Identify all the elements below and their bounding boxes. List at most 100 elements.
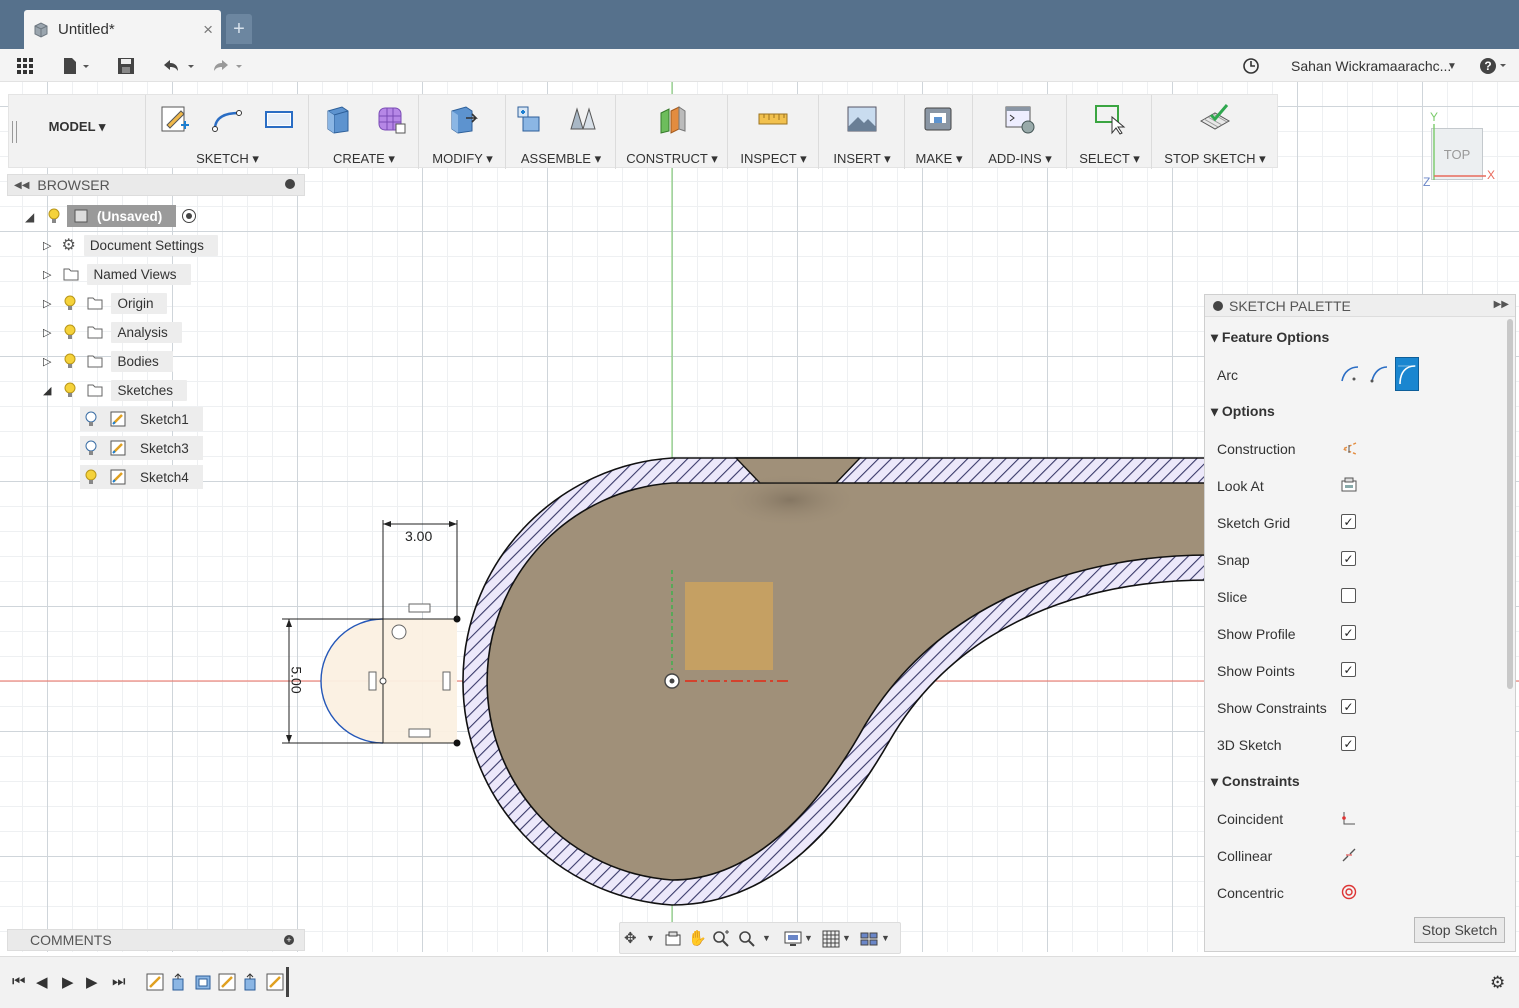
viewports-menu-chevron-icon[interactable]: ▼ <box>881 933 890 943</box>
timeline-extrude-icon[interactable] <box>170 973 188 991</box>
collapse-arrow-icon[interactable]: ◢ <box>25 210 37 224</box>
expand-arrow-icon[interactable]: ▷ <box>43 239 51 252</box>
rectangle-tool-icon[interactable] <box>263 103 295 135</box>
visibility-bulb-icon[interactable] <box>84 411 98 427</box>
file-menu-icon[interactable] <box>60 55 92 77</box>
zoom-icon[interactable] <box>712 930 730 948</box>
line-tool-icon[interactable] <box>211 103 243 135</box>
extrude-icon[interactable] <box>322 103 354 135</box>
arc-type-center-point-icon[interactable] <box>1368 363 1390 385</box>
measure-icon[interactable] <box>757 103 789 135</box>
timeline-sketch-icon[interactable] <box>266 973 284 991</box>
display-menu-chevron-icon[interactable]: ▼ <box>804 933 813 943</box>
section-feature-options[interactable]: ▾ Feature Options <box>1211 329 1329 346</box>
3d-sketch-checkbox[interactable]: ✓ <box>1341 736 1356 751</box>
redo-icon[interactable] <box>208 55 244 77</box>
collinear-constraint-icon[interactable] <box>1341 847 1357 863</box>
new-tab-button[interactable]: + <box>226 14 252 44</box>
help-icon[interactable]: ? <box>1478 55 1510 77</box>
sketch-palette-header[interactable]: SKETCH PALETTE ▶▶ <box>1205 295 1515 317</box>
undo-icon[interactable] <box>160 55 196 77</box>
tree-item-sketch3[interactable]: Sketch3 <box>80 436 203 460</box>
tree-item-document-settings[interactable]: ▷ ⚙ Document Settings <box>43 233 218 257</box>
timeline-marker[interactable] <box>286 967 289 997</box>
insert-image-icon[interactable] <box>846 103 878 135</box>
tree-item-analysis[interactable]: ▷ Analysis <box>43 320 182 344</box>
new-component-icon[interactable] <box>515 103 547 135</box>
orbit-icon[interactable]: ✥ <box>624 929 637 947</box>
tree-item-sketches[interactable]: ◢ Sketches <box>43 378 187 402</box>
job-status-clock-icon[interactable] <box>1241 55 1261 77</box>
workspace-switcher-button[interactable]: MODEL ▾ <box>17 119 137 135</box>
dimension-vertical-label[interactable]: 5.00 <box>289 666 305 693</box>
timeline-previous-icon[interactable]: ◀ <box>36 973 48 991</box>
arc-type-three-point-icon[interactable] <box>1339 363 1361 385</box>
construction-toggle-icon[interactable] <box>1341 440 1357 456</box>
tree-item-origin[interactable]: ▷ Origin <box>43 291 168 315</box>
palette-collapse-icon[interactable] <box>1213 300 1223 311</box>
timeline-first-icon[interactable]: ⏮ <box>12 973 26 990</box>
toolbar-group-label[interactable]: SKETCH ▾ <box>147 151 308 167</box>
scripts-addins-icon[interactable] <box>1004 103 1036 135</box>
dimension-horizontal-label[interactable]: 3.00 <box>405 528 432 544</box>
visibility-bulb-icon[interactable] <box>63 295 77 311</box>
browser-header[interactable]: ◀◀ BROWSER <box>7 174 305 196</box>
palette-expand-icon[interactable]: ▶▶ <box>1494 299 1509 310</box>
toolbar-group-label[interactable]: SELECT ▾ <box>1068 151 1151 167</box>
toolbar-group-label[interactable]: INSERT ▾ <box>820 151 904 167</box>
add-comment-icon[interactable]: + <box>284 935 294 945</box>
visibility-bulb-icon[interactable] <box>63 382 77 398</box>
stop-sketch-button[interactable]: Stop Sketch <box>1414 917 1505 943</box>
timeline-next-icon[interactable]: ▶ <box>86 973 98 991</box>
sketch-grid-checkbox[interactable]: ✓ <box>1341 514 1356 529</box>
show-constraints-checkbox[interactable]: ✓ <box>1341 699 1356 714</box>
offset-plane-icon[interactable] <box>657 103 689 135</box>
timeline-play-icon[interactable]: ▶ <box>62 973 74 991</box>
show-profile-checkbox[interactable]: ✓ <box>1341 625 1356 640</box>
root-component-label[interactable]: (Unsaved) <box>67 205 177 227</box>
timeline-shell-icon[interactable] <box>194 973 212 991</box>
look-at-icon[interactable] <box>1341 477 1357 493</box>
close-tab-icon[interactable]: × <box>203 20 213 40</box>
visibility-bulb-icon[interactable] <box>63 324 77 340</box>
press-pull-icon[interactable] <box>446 103 478 135</box>
joint-icon[interactable] <box>567 103 599 135</box>
stop-sketch-icon[interactable] <box>1199 103 1231 135</box>
toolbar-group-label[interactable]: MAKE ▾ <box>906 151 972 167</box>
section-options[interactable]: ▾ Options <box>1211 403 1275 420</box>
palette-scrollbar[interactable] <box>1507 319 1513 689</box>
tree-item-sketch1[interactable]: Sketch1 <box>80 407 203 431</box>
display-settings-icon[interactable] <box>784 930 804 948</box>
timeline-extrude-icon[interactable] <box>242 973 260 991</box>
grid-settings-icon[interactable] <box>822 930 840 948</box>
select-window-icon[interactable] <box>1094 103 1126 135</box>
look-at-nav-icon[interactable] <box>664 930 682 948</box>
coincident-constraint-icon[interactable] <box>1341 810 1357 826</box>
expand-arrow-icon[interactable]: ▷ <box>43 297 51 310</box>
visibility-bulb-icon[interactable] <box>47 208 61 224</box>
slice-checkbox[interactable] <box>1341 588 1356 603</box>
toolbar-group-label[interactable]: STOP SKETCH ▾ <box>1153 151 1277 167</box>
expand-arrow-icon[interactable]: ▷ <box>43 326 51 339</box>
toolbar-group-label[interactable]: ADD-INS ▾ <box>974 151 1066 167</box>
arc-type-tangent-icon[interactable] <box>1395 357 1419 391</box>
collapse-arrow-icon[interactable]: ◢ <box>43 384 51 397</box>
toolbar-group-label[interactable]: INSPECT ▾ <box>729 151 818 167</box>
comments-panel-header[interactable]: COMMENTS + <box>7 929 305 951</box>
expand-arrow-icon[interactable]: ▷ <box>43 268 51 281</box>
section-constraints[interactable]: ▾ Constraints <box>1211 773 1300 790</box>
fit-zoom-icon[interactable] <box>738 930 756 948</box>
timeline-settings-gear-icon[interactable]: ⚙ <box>1490 973 1505 993</box>
toolbar-group-label[interactable]: MODIFY ▾ <box>420 151 505 167</box>
toolbar-group-label[interactable]: CREATE ▾ <box>310 151 418 167</box>
tree-item-sketch4[interactable]: Sketch4 <box>80 465 203 489</box>
visibility-bulb-icon[interactable] <box>84 469 98 485</box>
save-icon[interactable] <box>116 55 136 77</box>
activate-radio-icon[interactable] <box>182 209 197 223</box>
orbit-menu-chevron-icon[interactable]: ▼ <box>646 933 655 943</box>
visibility-bulb-icon[interactable] <box>63 353 77 369</box>
viewports-icon[interactable] <box>860 930 878 948</box>
timeline-sketch-icon[interactable] <box>146 973 164 991</box>
pin-icon[interactable] <box>285 179 295 189</box>
tree-root[interactable]: ◢ (Unsaved) <box>25 204 197 228</box>
